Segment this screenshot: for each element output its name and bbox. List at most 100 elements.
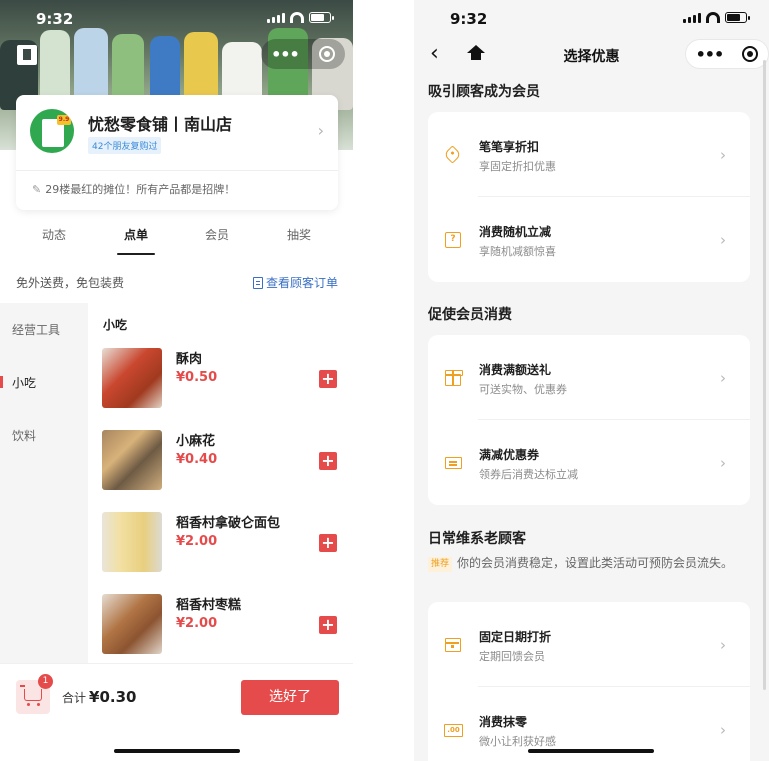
battery-icon [309, 12, 334, 23]
discount-option[interactable]: 满减优惠券 领券后消费达标立减 › [428, 420, 750, 504]
product-name: 酥肉 [176, 352, 203, 367]
question-box-icon: ? [444, 231, 462, 249]
store-ordering-screen: 9:32 ••• 9.9 忧愁零食铺丨南山店 42个朋友复购过 › ✎ 29楼最红… [0, 0, 353, 761]
product-item[interactable]: 酥肉 ¥0.50 + [102, 348, 347, 410]
cellular-signal-icon [683, 13, 701, 23]
discount-option[interactable]: 消费满额送礼 可送实物、优惠券 › [428, 335, 750, 420]
wifi-icon [706, 12, 720, 23]
category-drinks[interactable]: 饮料 [12, 427, 36, 444]
add-to-cart-button[interactable]: + [319, 370, 337, 388]
option-subtitle: 微小让利获好感 [479, 735, 556, 748]
product-item[interactable]: 稻香村枣糕 ¥2.00 + [102, 594, 347, 656]
discount-group-card: 笔笔享折扣 享固定折扣优惠 › ? 消费随机立减 享随机减额惊喜 › [428, 112, 750, 282]
product-image [102, 348, 162, 408]
chevron-right-icon: › [720, 369, 726, 387]
cart-bar: 1 合计 ¥0.30 选好了 [0, 663, 353, 727]
more-options-icon[interactable]: ••• [271, 45, 300, 64]
category-tools[interactable]: 经营工具 [12, 321, 60, 338]
total-value: ¥0.30 [89, 688, 137, 706]
product-price: ¥0.40 [176, 452, 218, 467]
product-name: 小麻花 [176, 434, 216, 449]
chevron-right-icon: › [720, 231, 726, 249]
discount-option[interactable]: 笔笔享折扣 享固定折扣优惠 › [428, 112, 750, 197]
miniprogram-capsule: ••• [685, 39, 769, 69]
zero-box-icon: .00 [444, 721, 463, 739]
tab-order[interactable]: 点单 [124, 226, 148, 243]
option-subtitle: 可送实物、优惠券 [479, 383, 567, 396]
group-title: 吸引顾客成为会员 [428, 84, 540, 100]
product-image [102, 594, 162, 654]
option-subtitle: 定期回馈会员 [479, 650, 545, 663]
cart-icon [20, 685, 42, 701]
option-title: 消费抹零 [479, 715, 528, 729]
delivery-notice-row: 免外送费，免包装费 查看顾客订单 [16, 274, 338, 291]
nav-header: 9:32 ‹ 选择优惠 ••• [414, 0, 769, 76]
checkout-button[interactable]: 选好了 [241, 680, 339, 715]
home-indicator [114, 749, 240, 753]
chevron-right-icon[interactable]: › [318, 121, 324, 140]
option-subtitle: 享固定折扣优惠 [479, 160, 556, 173]
friends-repurchase-tag: 42个朋友复购过 [88, 137, 162, 154]
pencil-icon: ✎ [32, 183, 42, 196]
delivery-notice: 免外送费，免包装费 [16, 276, 125, 290]
status-bar: 9:32 [0, 8, 353, 30]
bookmark-icon[interactable] [17, 45, 37, 65]
product-name: 稻香村枣糕 [176, 598, 242, 613]
section-title: 小吃 [103, 318, 128, 332]
active-tab-indicator [117, 253, 155, 255]
cart-count-badge: 1 [38, 674, 53, 689]
status-time: 9:32 [450, 10, 488, 28]
recommendation-note: 推荐 你的会员消费稳定，设置此类活动可预防会员流失。 [428, 554, 753, 572]
option-title: 固定日期打折 [479, 630, 552, 644]
category-snacks[interactable]: 小吃 [12, 374, 36, 391]
chevron-right-icon: › [720, 721, 726, 739]
product-price: ¥2.00 [176, 534, 218, 549]
tab-feed[interactable]: 动态 [42, 226, 66, 243]
discount-group-card: 消费满额送礼 可送实物、优惠券 › 满减优惠券 领券后消费达标立减 › [428, 335, 750, 505]
view-orders-link[interactable]: 查看顾客订单 [252, 274, 338, 291]
tab-member[interactable]: 会员 [205, 226, 229, 243]
close-miniprogram-icon[interactable] [318, 46, 335, 62]
logo-price-badge: 9.9 [57, 115, 71, 125]
chevron-right-icon: › [720, 454, 726, 472]
store-info-card[interactable]: 9.9 忧愁零食铺丨南山店 42个朋友复购过 › ✎ 29楼最红的摊位！所有产品都… [16, 95, 338, 210]
store-tabs: 动态 点单 会员 抽奖 [0, 226, 353, 258]
wifi-icon [290, 12, 304, 23]
recommend-tag: 推荐 [428, 557, 453, 572]
recommend-text: 你的会员消费稳定，设置此类活动可预防会员流失。 [457, 556, 734, 570]
add-to-cart-button[interactable]: + [319, 452, 337, 470]
add-to-cart-button[interactable]: + [319, 616, 337, 634]
option-title: 消费随机立减 [479, 225, 552, 239]
battery-icon [725, 12, 750, 23]
status-time: 9:32 [36, 10, 74, 28]
calendar-icon [444, 636, 462, 654]
chevron-right-icon: › [720, 146, 726, 164]
cart-total: 合计 ¥0.30 [62, 688, 136, 706]
document-icon [252, 276, 263, 289]
product-item[interactable]: 稻香村拿破仑面包 ¥2.00 + [102, 512, 347, 574]
total-label: 合计 [62, 691, 87, 705]
discount-option[interactable]: ? 消费随机立减 享随机减额惊喜 › [428, 197, 750, 281]
active-category-indicator [0, 376, 3, 388]
product-item[interactable]: 小麻花 ¥0.40 + [102, 430, 347, 492]
discount-option[interactable]: 固定日期打折 定期回馈会员 › [428, 602, 750, 687]
product-name: 稻香村拿破仑面包 [176, 516, 281, 531]
option-subtitle: 享随机减额惊喜 [479, 245, 556, 258]
miniprogram-capsule: ••• [261, 39, 345, 69]
cellular-signal-icon [267, 13, 285, 23]
coupon-icon [444, 454, 462, 472]
option-title: 笔笔享折扣 [479, 140, 540, 154]
scrollbar[interactable] [763, 60, 766, 690]
tab-lottery[interactable]: 抽奖 [287, 226, 311, 243]
discount-group-card: 固定日期打折 定期回馈会员 › .00 消费抹零 微小让利获好感 › [428, 602, 750, 761]
group-title: 日常维系老顾客 [428, 531, 526, 547]
status-bar: 9:32 [414, 8, 769, 30]
close-miniprogram-icon[interactable] [742, 46, 759, 62]
add-to-cart-button[interactable]: + [319, 534, 337, 552]
product-image [102, 430, 162, 490]
home-indicator [528, 749, 654, 753]
more-options-icon[interactable]: ••• [696, 45, 725, 64]
slogan-text: 29楼最红的摊位！所有产品都是招牌！ [45, 183, 236, 196]
group-title: 促使会员消费 [428, 307, 512, 323]
gift-icon [444, 369, 463, 387]
